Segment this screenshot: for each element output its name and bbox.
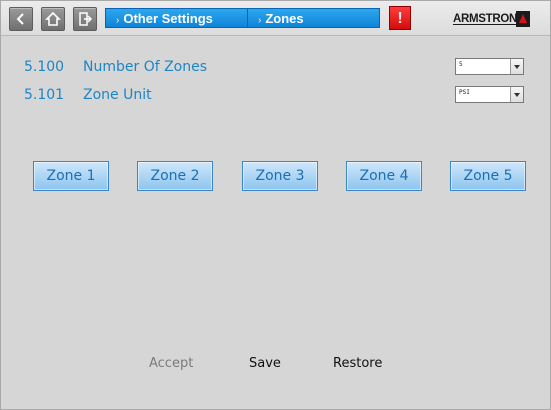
chevron-right-icon: › [116,15,120,26]
alarm-button[interactable]: ! [389,6,411,30]
breadcrumb-label: Other Settings [123,11,213,26]
select-value: 5 [459,61,463,68]
param-name-number-of-zones: Number Of Zones [83,59,208,75]
home-icon [45,11,61,26]
armstrong-logo: ARMSTRONG [453,13,526,25]
zone-2-button[interactable]: Zone 2 [137,161,213,191]
chevron-right-icon: › [258,15,262,26]
zone-1-button[interactable]: Zone 1 [33,161,109,191]
number-of-zones-select[interactable]: 5 [455,58,524,75]
back-button[interactable] [9,7,33,31]
alarm-icon: ! [397,10,403,27]
dropdown-arrow-icon[interactable] [510,59,523,74]
home-button[interactable] [41,7,65,31]
save-button[interactable]: Save [249,355,281,373]
breadcrumb-other-settings[interactable]: › Other Settings [105,8,248,28]
param-name-zone-unit: Zone Unit [83,87,152,103]
top-bar: › Other Settings › Zones ! ARMSTRONG [1,1,550,36]
zone-3-button[interactable]: Zone 3 [242,161,318,191]
param-id-number-of-zones: 5.100 [24,59,65,75]
logout-button[interactable] [73,7,97,31]
zone-4-button[interactable]: Zone 4 [346,161,422,191]
back-arrow-icon [16,13,24,25]
zone-5-button[interactable]: Zone 5 [450,161,526,191]
dropdown-arrow-icon[interactable] [510,87,523,102]
param-id-zone-unit: 5.101 [24,87,65,103]
breadcrumb-label: Zones [265,11,304,26]
armstrong-logo-mark-icon [516,11,530,27]
restore-button[interactable]: Restore [333,355,382,373]
zone-unit-select[interactable]: PSI [455,86,524,103]
exit-door-icon [79,12,93,26]
select-value: PSI [459,89,470,96]
accept-button[interactable]: Accept [149,355,193,373]
breadcrumb-zones[interactable]: › Zones [247,8,380,28]
